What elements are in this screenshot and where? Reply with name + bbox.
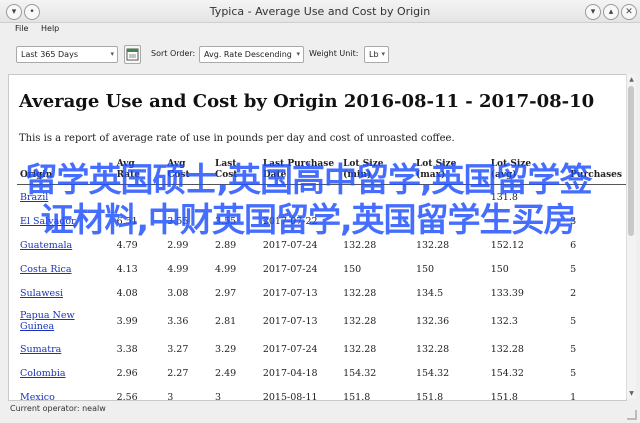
watermark-overlay-text: 留学英国硕士,英国高中留学,英国留学签证材料,中财英国留学,英国留学生买房: [24, 160, 592, 239]
table-row: Colombia 2.96 2.27 2.49 2017-04-18 154.32 154.…: [17, 361, 626, 385]
table-cell: 2017-07-13: [262, 315, 318, 327]
origin-link[interactable]: Colombia: [17, 361, 114, 385]
date-range-select[interactable]: Last 365 Days ▾: [16, 46, 118, 63]
table-cell: 3.27: [167, 343, 189, 355]
table-cell: 132.28: [343, 287, 377, 299]
table-cell: 132.28: [343, 315, 377, 327]
table-cell: 133.39: [490, 287, 524, 299]
table-row: Sumatra 3.38 3.27 3.29 2017-07-24 132.28 132.2…: [17, 337, 626, 361]
table-cell: 151.8: [415, 391, 444, 401]
table-cell: 151.8: [343, 391, 371, 401]
table-cell: 132.28: [415, 343, 450, 355]
close-icon[interactable]: ✕: [621, 4, 637, 20]
table-cell: 150: [415, 263, 435, 275]
maximize-icon[interactable]: ▴: [603, 4, 619, 20]
table-cell: 1: [570, 391, 577, 401]
table-cell: 2017-07-24: [262, 263, 318, 275]
chevron-down-icon: ▾: [110, 50, 114, 58]
sort-order-label: Sort Order:: [151, 49, 196, 58]
table-row: Papua New Guinea 3.99 3.36 2.81 2017-07-13 13…: [17, 305, 626, 337]
table-cell: 3.99: [116, 315, 138, 327]
table-cell: 5: [570, 343, 577, 355]
origin-link[interactable]: Sulawesi: [17, 281, 114, 305]
table-cell: 4.13: [116, 263, 138, 275]
origin-link[interactable]: Mexico: [17, 385, 114, 401]
table-cell: 5: [570, 315, 577, 327]
table-cell: 3.29: [215, 343, 237, 355]
resize-grip-icon[interactable]: [627, 410, 637, 420]
table-cell: 2017-07-13: [262, 287, 318, 299]
table-cell: 151.8: [490, 391, 518, 401]
sort-order-value: Avg. Rate Descending: [204, 50, 292, 59]
table-cell: 2: [570, 287, 577, 299]
vertical-scrollbar[interactable]: ▲ ▼: [626, 74, 636, 399]
table-cell: 5: [570, 263, 577, 275]
table-cell: 5: [570, 367, 577, 379]
weight-unit-value: Lb: [369, 50, 379, 59]
window-title: Typica - Average Use and Cost by Origin: [209, 5, 431, 18]
table-cell: 3.36: [167, 315, 189, 327]
table-row: Sulawesi 4.08 3.08 2.97 2017-07-13 132.28 134.…: [17, 281, 626, 305]
minimize-icon[interactable]: ▾: [585, 4, 601, 20]
table-cell: 4.08: [116, 287, 138, 299]
table-cell: 3.08: [167, 287, 189, 299]
table-cell: 2.27: [167, 367, 189, 379]
origin-link[interactable]: Sumatra: [17, 337, 114, 361]
chevron-down-icon: ▾: [381, 50, 385, 58]
table-cell: 3.38: [116, 343, 138, 355]
sort-order-select[interactable]: Avg. Rate Descending ▾: [199, 46, 304, 63]
table-cell: 132.28: [490, 343, 524, 355]
menu-help[interactable]: Help: [41, 24, 59, 33]
table-cell: 154.32: [415, 367, 450, 379]
chevron-down-icon: ▾: [296, 50, 300, 58]
origin-link[interactable]: Costa Rica: [17, 257, 114, 281]
table-cell: 2015-08-11: [262, 391, 318, 401]
table-row: Mexico 2.56 3 3 2015-08-11 151.8 151.8 151.8 1: [17, 385, 626, 401]
report-title: Average Use and Cost by Origin 2016-08-1…: [19, 91, 595, 112]
table-cell: 3: [167, 391, 174, 401]
table-row: Costa Rica 4.13 4.99 4.99 2017-07-24 150 150 15…: [17, 257, 626, 281]
table-cell: 2.81: [215, 315, 237, 327]
table-cell: 150: [490, 263, 509, 275]
date-range-value: Last 365 Days: [21, 50, 78, 59]
table-cell: 132.36: [415, 315, 450, 327]
weight-unit-label: Weight Unit:: [309, 49, 359, 58]
scroll-up-icon[interactable]: ▲: [627, 75, 636, 84]
table-cell: 154.32: [490, 367, 524, 379]
table-cell: 4.99: [215, 263, 237, 275]
table-cell: 4.99: [167, 263, 189, 275]
table-cell: 154.32: [343, 367, 377, 379]
table-cell: 132.3: [490, 315, 518, 327]
table-cell: 2.96: [116, 367, 138, 379]
table-cell: 2.97: [215, 287, 237, 299]
menu-file[interactable]: File: [15, 24, 28, 33]
table-cell: 150: [343, 263, 362, 275]
table-cell: 2.56: [116, 391, 138, 401]
weight-unit-select[interactable]: Lb ▾: [364, 46, 389, 63]
table-cell: 2017-04-18: [262, 367, 318, 379]
origin-link[interactable]: Papua New Guinea: [17, 305, 114, 337]
scroll-down-icon[interactable]: ▼: [627, 389, 636, 398]
table-cell: 132.28: [343, 343, 377, 355]
table-cell: 3: [215, 391, 222, 401]
calendar-icon: [126, 48, 139, 61]
scrollbar-thumb[interactable]: [628, 86, 634, 236]
calendar-button[interactable]: [124, 45, 141, 64]
title-bar: ▾ • Typica - Average Use and Cost by Ori…: [0, 0, 640, 23]
status-bar: Current operator: nealw: [10, 404, 106, 413]
report-description: This is a report of average rate of use …: [19, 133, 455, 144]
menu-bar: File Help: [0, 22, 640, 36]
table-cell: 2.49: [215, 367, 237, 379]
table-cell: 134.5: [415, 287, 444, 299]
table-cell: 2017-07-24: [262, 343, 318, 355]
